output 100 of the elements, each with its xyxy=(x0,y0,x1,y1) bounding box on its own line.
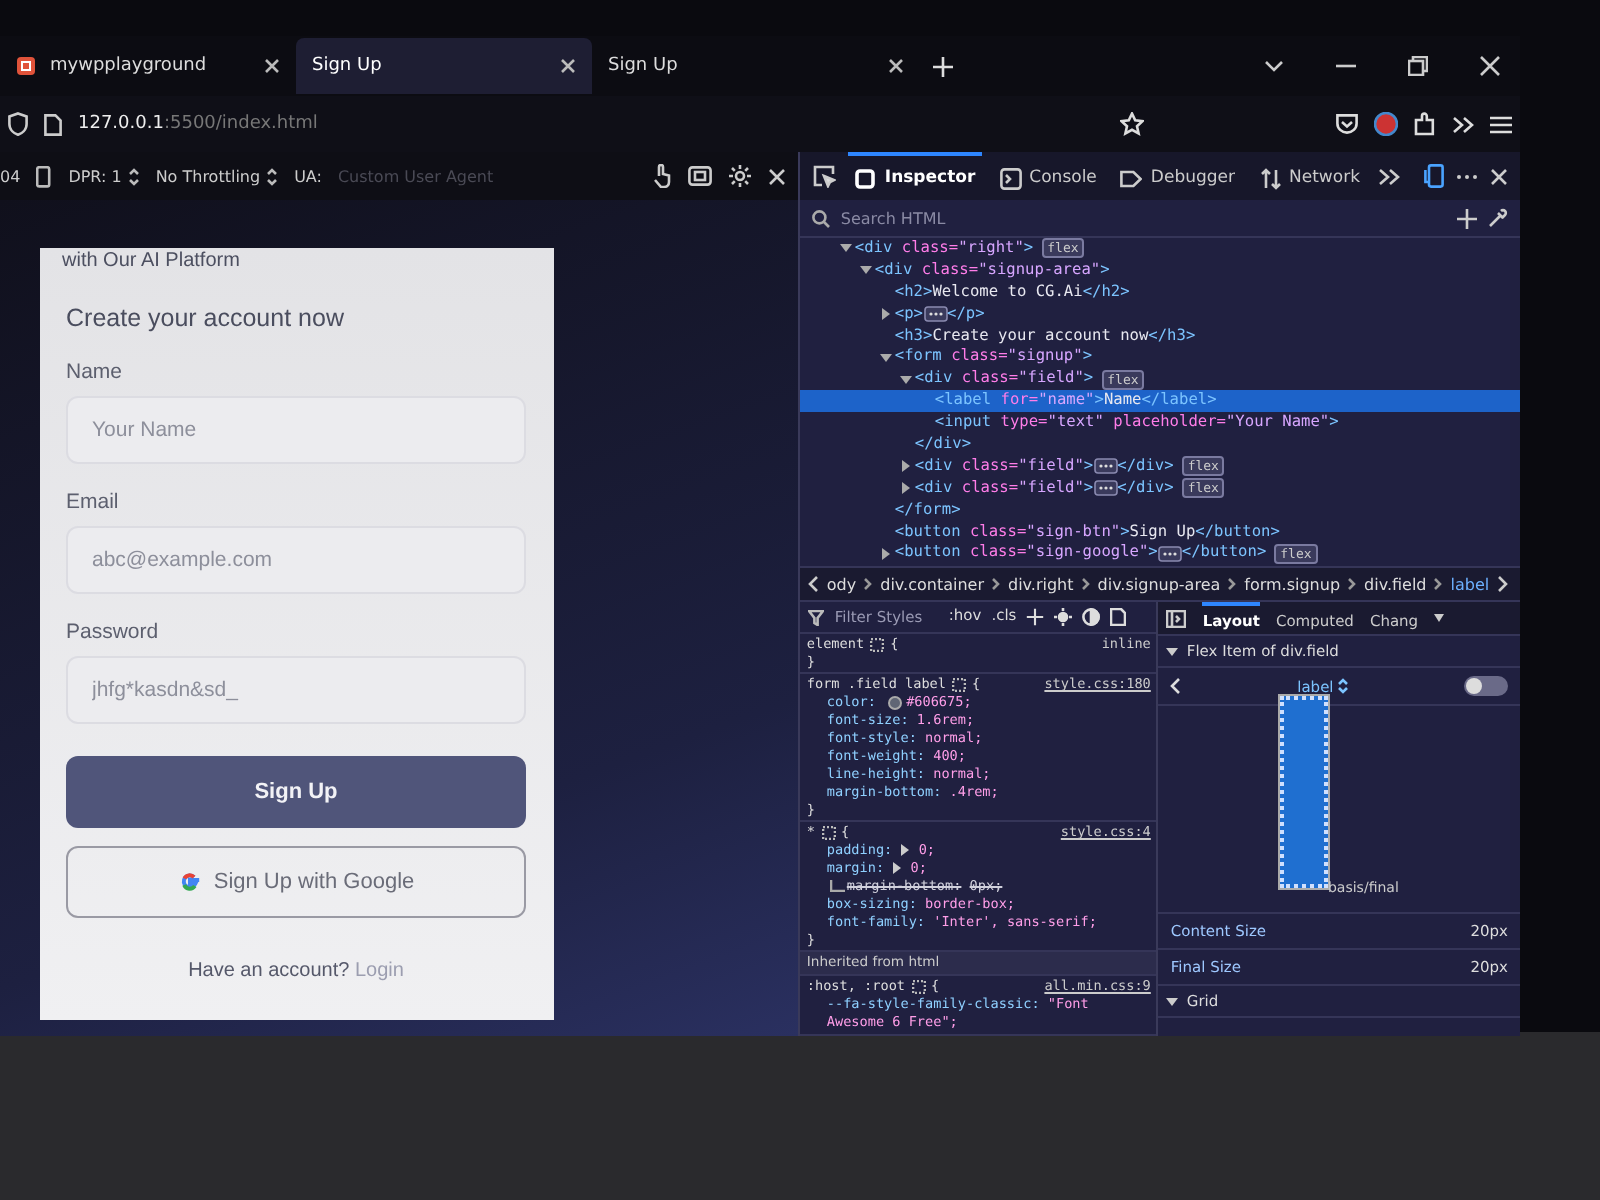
login-prompt-text: Have an account? xyxy=(188,960,350,982)
settings-icon[interactable] xyxy=(728,164,753,188)
rotate-device-icon[interactable] xyxy=(36,165,53,187)
throttling-select[interactable]: No Throttling xyxy=(155,167,279,185)
user-agent-input[interactable]: Custom User Agent xyxy=(337,167,518,185)
breadcrumb[interactable]: div.field xyxy=(1364,575,1427,593)
chevron-right-icon xyxy=(1081,578,1090,590)
back-chevron-icon[interactable] xyxy=(1170,678,1181,694)
user-agent-label: UA: xyxy=(294,167,322,185)
close-window-icon[interactable] xyxy=(1480,56,1500,76)
breadcrumb[interactable]: div.container xyxy=(880,575,984,593)
restore-icon[interactable] xyxy=(1408,56,1428,76)
collapsed-triangle-icon[interactable] xyxy=(879,547,892,560)
sidebar-toggle-icon[interactable] xyxy=(1166,609,1187,627)
breadcrumb[interactable]: div.signup-area xyxy=(1097,575,1221,593)
color-swatch[interactable] xyxy=(888,695,903,710)
browser-tab[interactable]: mywpplayground xyxy=(0,38,296,94)
updown-caret-icon xyxy=(266,167,279,185)
viewport-size-text: 04 xyxy=(0,167,21,185)
chevron-down-icon[interactable] xyxy=(1264,60,1284,72)
breadcrumb[interactable]: div.right xyxy=(1008,575,1074,593)
touch-hand-icon[interactable] xyxy=(652,164,673,188)
updown-caret-icon xyxy=(1337,678,1348,694)
field-label: Email xyxy=(66,490,121,514)
text-input-field[interactable]: Your Name xyxy=(66,396,526,464)
expanded-triangle-icon xyxy=(1166,995,1179,1007)
highlight-toggle-switch[interactable] xyxy=(1464,676,1508,696)
chevron-right-icon xyxy=(1348,578,1357,590)
sign-up-button[interactable]: Sign Up xyxy=(66,756,526,828)
light-mode-icon[interactable] xyxy=(1054,608,1073,626)
field-label: Password xyxy=(66,620,161,644)
minimize-icon[interactable] xyxy=(1336,64,1356,68)
browser-tab[interactable]: Sign Up xyxy=(296,38,592,94)
breadcrumb[interactable]: form.signup xyxy=(1244,575,1341,593)
puzzle-piece-icon[interactable] xyxy=(1414,112,1436,136)
highlight-elements-icon[interactable] xyxy=(951,678,966,693)
collapsed-content-icon[interactable] xyxy=(1093,480,1118,497)
responsive-design-icon[interactable] xyxy=(1424,164,1444,188)
pocket-icon[interactable] xyxy=(1336,114,1358,134)
dark-mode-icon[interactable] xyxy=(1082,608,1101,626)
shield-icon[interactable] xyxy=(8,112,28,136)
tree-branch-icon xyxy=(830,880,847,893)
devtools-tab[interactable]: Network xyxy=(1253,152,1366,200)
search-icon xyxy=(812,209,831,227)
chevron-right-icon xyxy=(1228,578,1237,590)
field-label: Name xyxy=(66,360,125,384)
devtools-tab[interactable]: Debugger xyxy=(1114,152,1241,200)
highlight-elements-icon[interactable] xyxy=(821,826,835,841)
more-tools-chevrons-icon[interactable] xyxy=(1452,115,1474,133)
close-tab-icon[interactable] xyxy=(888,58,904,74)
debugger-tag-icon xyxy=(1120,167,1143,189)
dpr-select[interactable]: DPR: 1 xyxy=(68,167,140,185)
scroll-left-icon[interactable] xyxy=(808,576,819,592)
chevron-right-icon xyxy=(992,578,1000,590)
devtools-tab[interactable]: Inspector xyxy=(848,152,982,200)
up-down-arrows-icon xyxy=(1259,167,1281,189)
collapsed-triangle-icon[interactable] xyxy=(879,308,892,321)
close-icon[interactable] xyxy=(264,58,280,74)
add-rule-icon[interactable] xyxy=(1026,608,1045,626)
menu-icon[interactable] xyxy=(1490,115,1512,133)
collapsed-content-icon[interactable] xyxy=(923,306,947,323)
element-picker-icon[interactable] xyxy=(812,164,837,188)
site-favicon-icon xyxy=(16,56,36,76)
new-tab-icon[interactable] xyxy=(932,55,954,77)
highlight-elements-icon[interactable] xyxy=(911,979,926,994)
breadcrumb[interactable]: label xyxy=(1450,575,1490,593)
scroll-right-icon[interactable] xyxy=(1497,576,1508,592)
google-logo-icon xyxy=(177,870,202,894)
console-prompt-icon xyxy=(999,167,1022,189)
star-icon[interactable] xyxy=(1120,112,1144,136)
page-icon[interactable] xyxy=(44,113,62,135)
browser-tab[interactable]: Sign Up xyxy=(592,38,888,94)
collapsed-content-icon[interactable] xyxy=(1093,458,1118,475)
collapsed-content-icon[interactable] xyxy=(1157,545,1182,562)
add-node-icon[interactable] xyxy=(1456,207,1478,229)
text-input-field[interactable]: abc@example.com xyxy=(66,526,526,594)
devtools-tab[interactable]: Console xyxy=(993,152,1103,200)
eyedropper-icon[interactable] xyxy=(1488,208,1508,228)
highlight-elements-icon[interactable] xyxy=(870,637,885,652)
close-responsive-mode-icon[interactable] xyxy=(768,167,787,185)
form-heading: Create your account now xyxy=(66,304,346,332)
more-options-icon[interactable] xyxy=(1456,173,1478,179)
profile-avatar-icon[interactable] xyxy=(1374,112,1398,136)
search-html-field[interactable]: Search HTML xyxy=(840,209,1446,227)
address-bar-url[interactable]: 127.0.0.1:5500/index.html xyxy=(78,114,318,134)
breadcrumb[interactable]: ody xyxy=(826,575,857,593)
dropdown-caret-icon[interactable] xyxy=(1434,614,1445,622)
expand-triangle-icon[interactable] xyxy=(900,844,911,857)
screenshot-icon[interactable] xyxy=(688,166,713,186)
close-devtools-icon[interactable] xyxy=(1490,167,1508,185)
chevron-right-icon xyxy=(864,578,873,590)
close-icon[interactable] xyxy=(560,58,576,74)
chevron-right-icon xyxy=(1434,578,1443,590)
expanded-triangle-icon xyxy=(1166,645,1179,657)
expand-triangle-icon[interactable] xyxy=(892,862,903,875)
document-icon[interactable] xyxy=(1110,608,1127,626)
google-sign-up-button[interactable]: Sign Up with Google xyxy=(66,846,526,918)
tagline-text: with Our AI Platform xyxy=(62,250,242,272)
text-input-field[interactable]: jhfg*kasdn&sd_ xyxy=(66,656,526,724)
more-tabs-chevrons-icon[interactable] xyxy=(1378,167,1400,185)
